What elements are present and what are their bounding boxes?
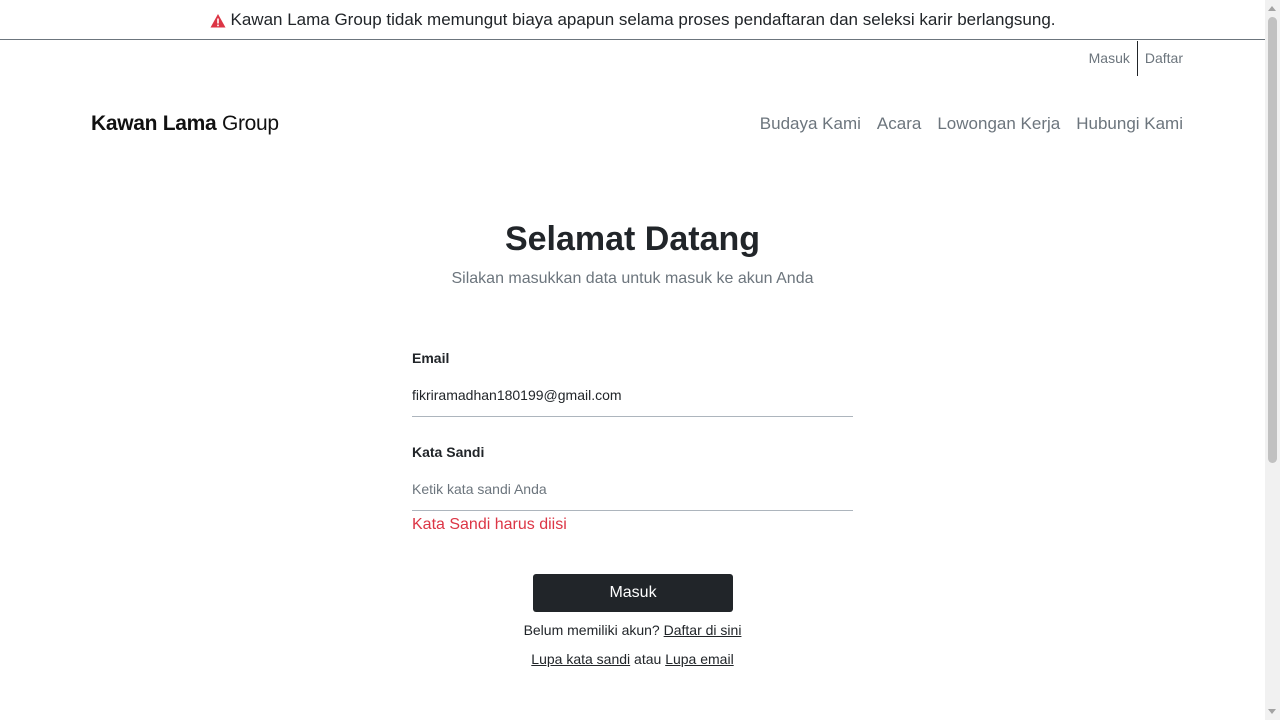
logo-light-text: Group	[221, 112, 279, 135]
forgot-password-link[interactable]: Lupa kata sandi	[531, 651, 630, 667]
password-field[interactable]	[412, 467, 853, 511]
forgot-links: Lupa kata sandi atau Lupa email	[0, 651, 1265, 667]
nav-item-lowongan-kerja[interactable]: Lowongan Kerja	[937, 114, 1060, 134]
password-field-group: Kata Sandi Kata Sandi harus diisi	[412, 442, 853, 537]
register-here-link[interactable]: Daftar di sini	[664, 622, 742, 638]
notice-text: Kawan Lama Group tidak memungut biaya ap…	[230, 9, 1056, 29]
scroll-up-arrow-icon[interactable]	[1268, 6, 1276, 11]
register-link[interactable]: Daftar	[1138, 41, 1183, 76]
warning-icon	[210, 13, 226, 29]
password-label: Kata Sandi	[412, 444, 485, 460]
forgot-email-link[interactable]: Lupa email	[665, 651, 734, 667]
logo-bold-text: Kawan Lama	[91, 112, 217, 135]
email-field-group: Email	[412, 348, 853, 417]
email-label: Email	[412, 350, 450, 366]
scrollbar-thumb[interactable]	[1268, 17, 1277, 463]
register-prompt: Belum memiliki akun? Daftar di sini	[0, 622, 1265, 638]
page-subtitle: Silakan masukkan data untuk masuk ke aku…	[451, 270, 814, 287]
email-field[interactable]	[412, 373, 853, 417]
login-link[interactable]: Masuk	[1082, 41, 1137, 76]
login-button[interactable]: Masuk	[533, 574, 733, 612]
main-nav: Budaya Kami Acara Lowongan Kerja Hubungi…	[760, 114, 1183, 134]
auth-links: Masuk Daftar	[1082, 41, 1183, 76]
company-logo[interactable]: Kawan Lama Group	[91, 112, 279, 136]
page: Kawan Lama Group tidak memungut biaya ap…	[0, 0, 1280, 720]
nav-item-acara[interactable]: Acara	[877, 114, 921, 134]
or-text: atau	[634, 651, 662, 667]
nav-item-budaya-kami[interactable]: Budaya Kami	[760, 114, 861, 134]
login-form: Email Kata Sandi Kata Sandi harus diisi	[412, 348, 853, 537]
register-prompt-text: Belum memiliki akun?	[523, 622, 660, 638]
vertical-scrollbar[interactable]	[1265, 0, 1280, 720]
notice-bar: Kawan Lama Group tidak memungut biaya ap…	[0, 0, 1265, 40]
page-title: Selamat Datang	[504, 220, 761, 258]
scroll-down-arrow-icon[interactable]	[1268, 709, 1276, 714]
nav-item-hubungi-kami[interactable]: Hubungi Kami	[1076, 114, 1183, 134]
password-error-message: Kata Sandi harus diisi	[412, 516, 567, 533]
